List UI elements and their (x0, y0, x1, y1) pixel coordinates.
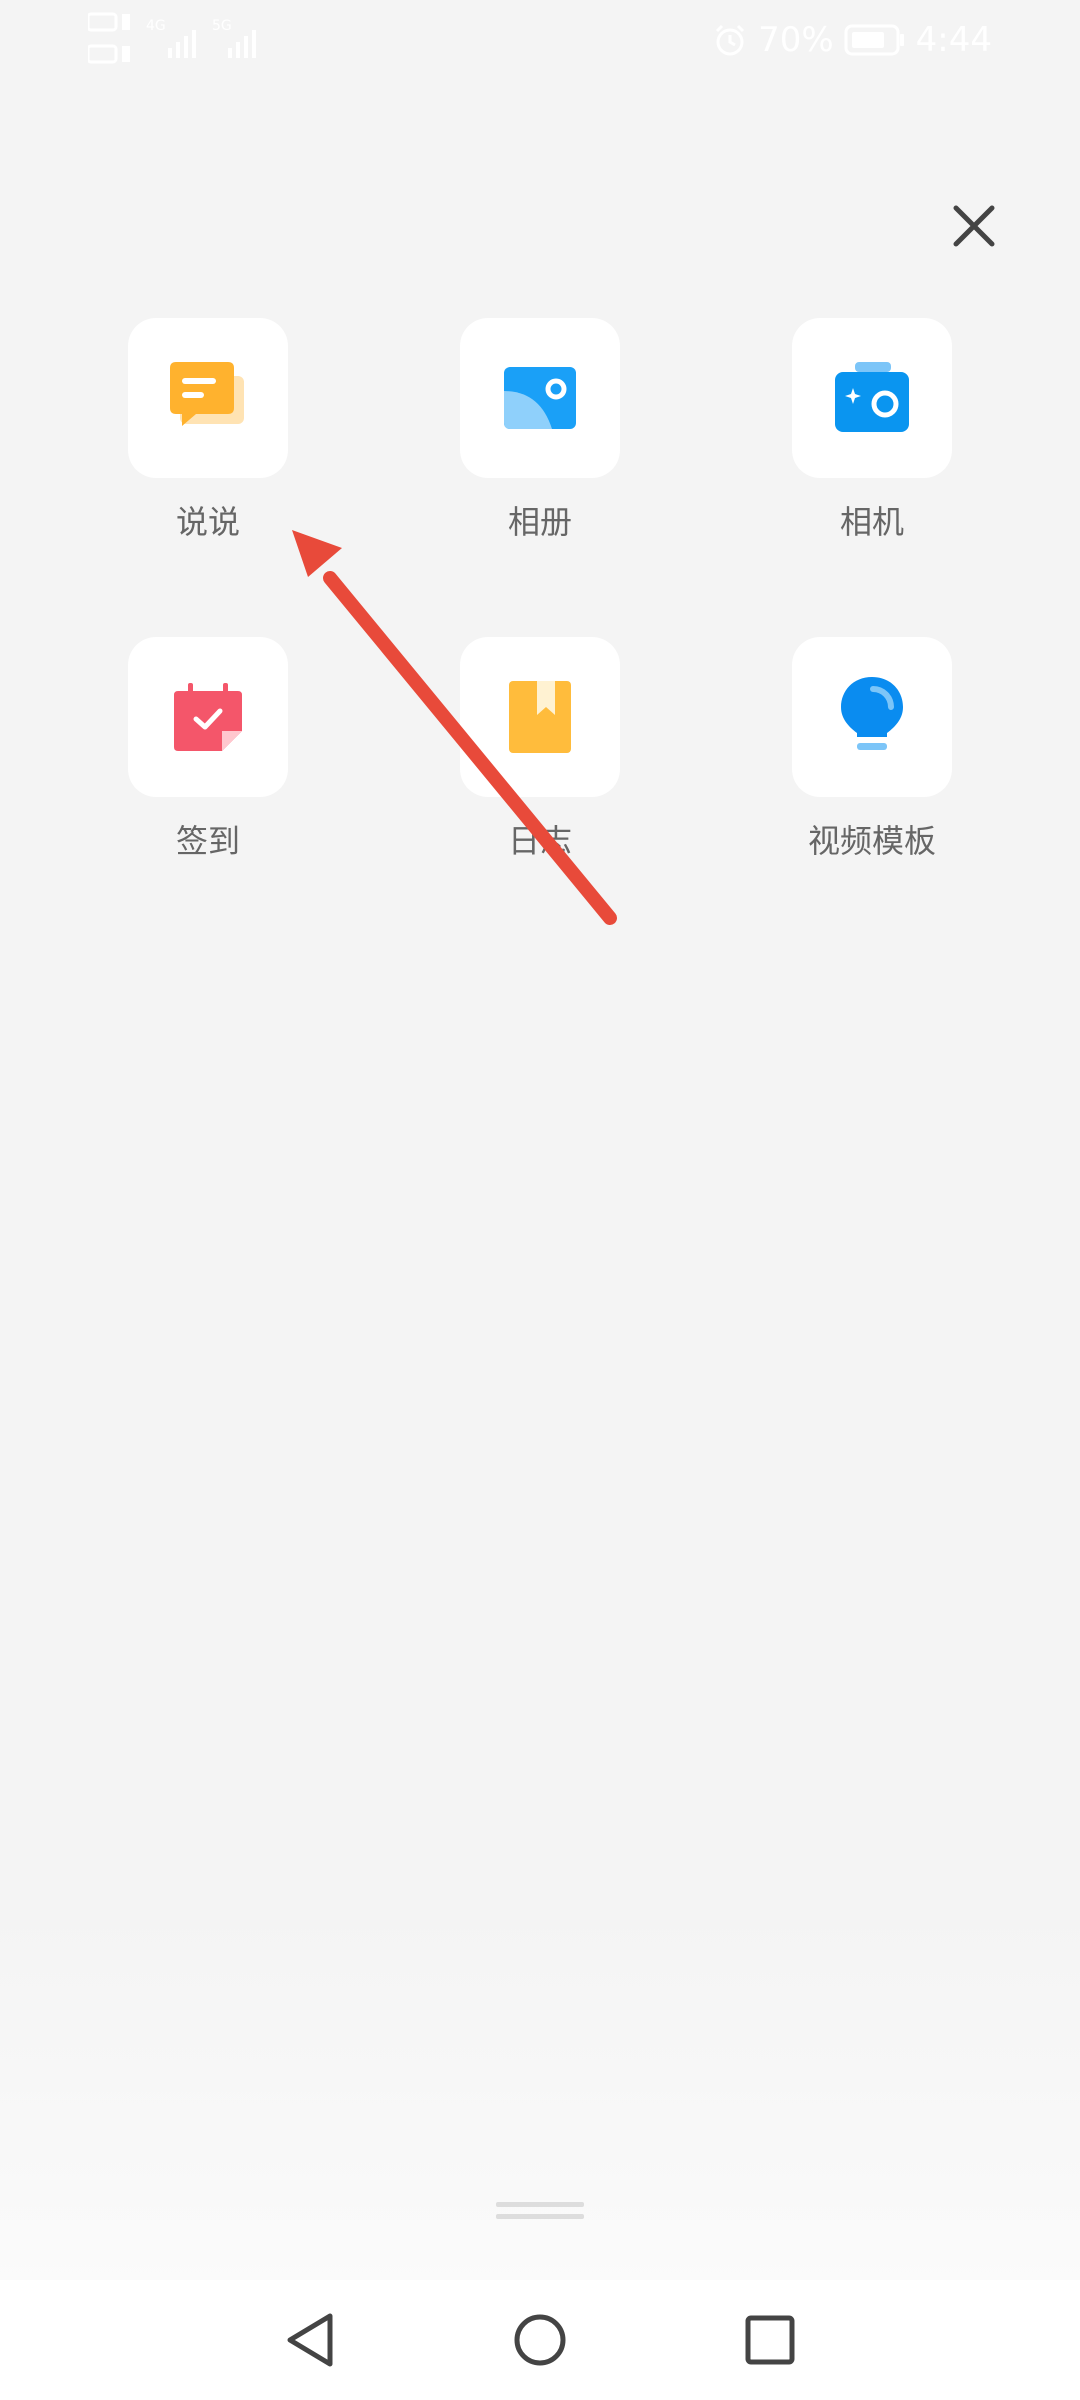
camera-label: 相机 (839, 503, 904, 541)
home-icon (514, 2314, 566, 2366)
navigation-bar (0, 2280, 1080, 2400)
drag-handle-icon (496, 2202, 584, 2219)
checkin-label: 签到 (175, 822, 240, 860)
home-button[interactable] (500, 2304, 580, 2376)
close-button[interactable] (944, 196, 1004, 256)
menu-item-video-template[interactable]: 视频模板 (757, 637, 987, 897)
alarm-icon (716, 24, 745, 56)
camera-tile (792, 318, 952, 478)
menu-item-checkin[interactable]: 签到 (93, 637, 323, 897)
album-tile (460, 318, 620, 478)
diary-tile (460, 637, 620, 797)
recents-button[interactable] (730, 2304, 810, 2376)
bookmark-book-icon (509, 681, 571, 753)
battery-icon (844, 24, 904, 56)
status-right-group: 70% 4:44 (712, 16, 992, 64)
video-template-tile (792, 637, 952, 797)
menu-item-shuoshuo[interactable]: 说说 (93, 318, 323, 578)
menu-item-album[interactable]: 相册 (425, 318, 655, 578)
back-icon (287, 2313, 333, 2367)
photo-album-icon (504, 367, 576, 429)
close-icon (953, 205, 995, 247)
chat-bubble-icon (170, 362, 244, 426)
battery-percent: 70% (758, 20, 834, 60)
recents-icon (745, 2315, 795, 2365)
video-template-label: 视频模板 (807, 822, 936, 860)
status-bar: 4G 5G 70% 4:44 (0, 0, 1080, 80)
clock: 4:44 (915, 20, 992, 60)
diary-label: 日志 (507, 822, 572, 860)
shuoshuo-tile (128, 318, 288, 478)
signal-label-5g: 5G (212, 18, 232, 34)
calendar-check-icon (174, 683, 242, 751)
drag-handle[interactable] (496, 2200, 584, 2222)
lightbulb-icon (841, 677, 903, 750)
signal-indicators: 4G 5G (86, 8, 268, 72)
camera-icon (835, 362, 909, 432)
signal-label-4g: 4G (146, 18, 166, 34)
menu-item-diary[interactable]: 日志 (425, 637, 655, 897)
album-label: 相册 (507, 503, 572, 541)
back-button[interactable] (270, 2304, 350, 2376)
shuoshuo-label: 说说 (175, 503, 240, 541)
checkin-tile (128, 637, 288, 797)
menu-item-camera[interactable]: 相机 (757, 318, 987, 578)
signal-icon: 4G 5G (86, 12, 256, 64)
